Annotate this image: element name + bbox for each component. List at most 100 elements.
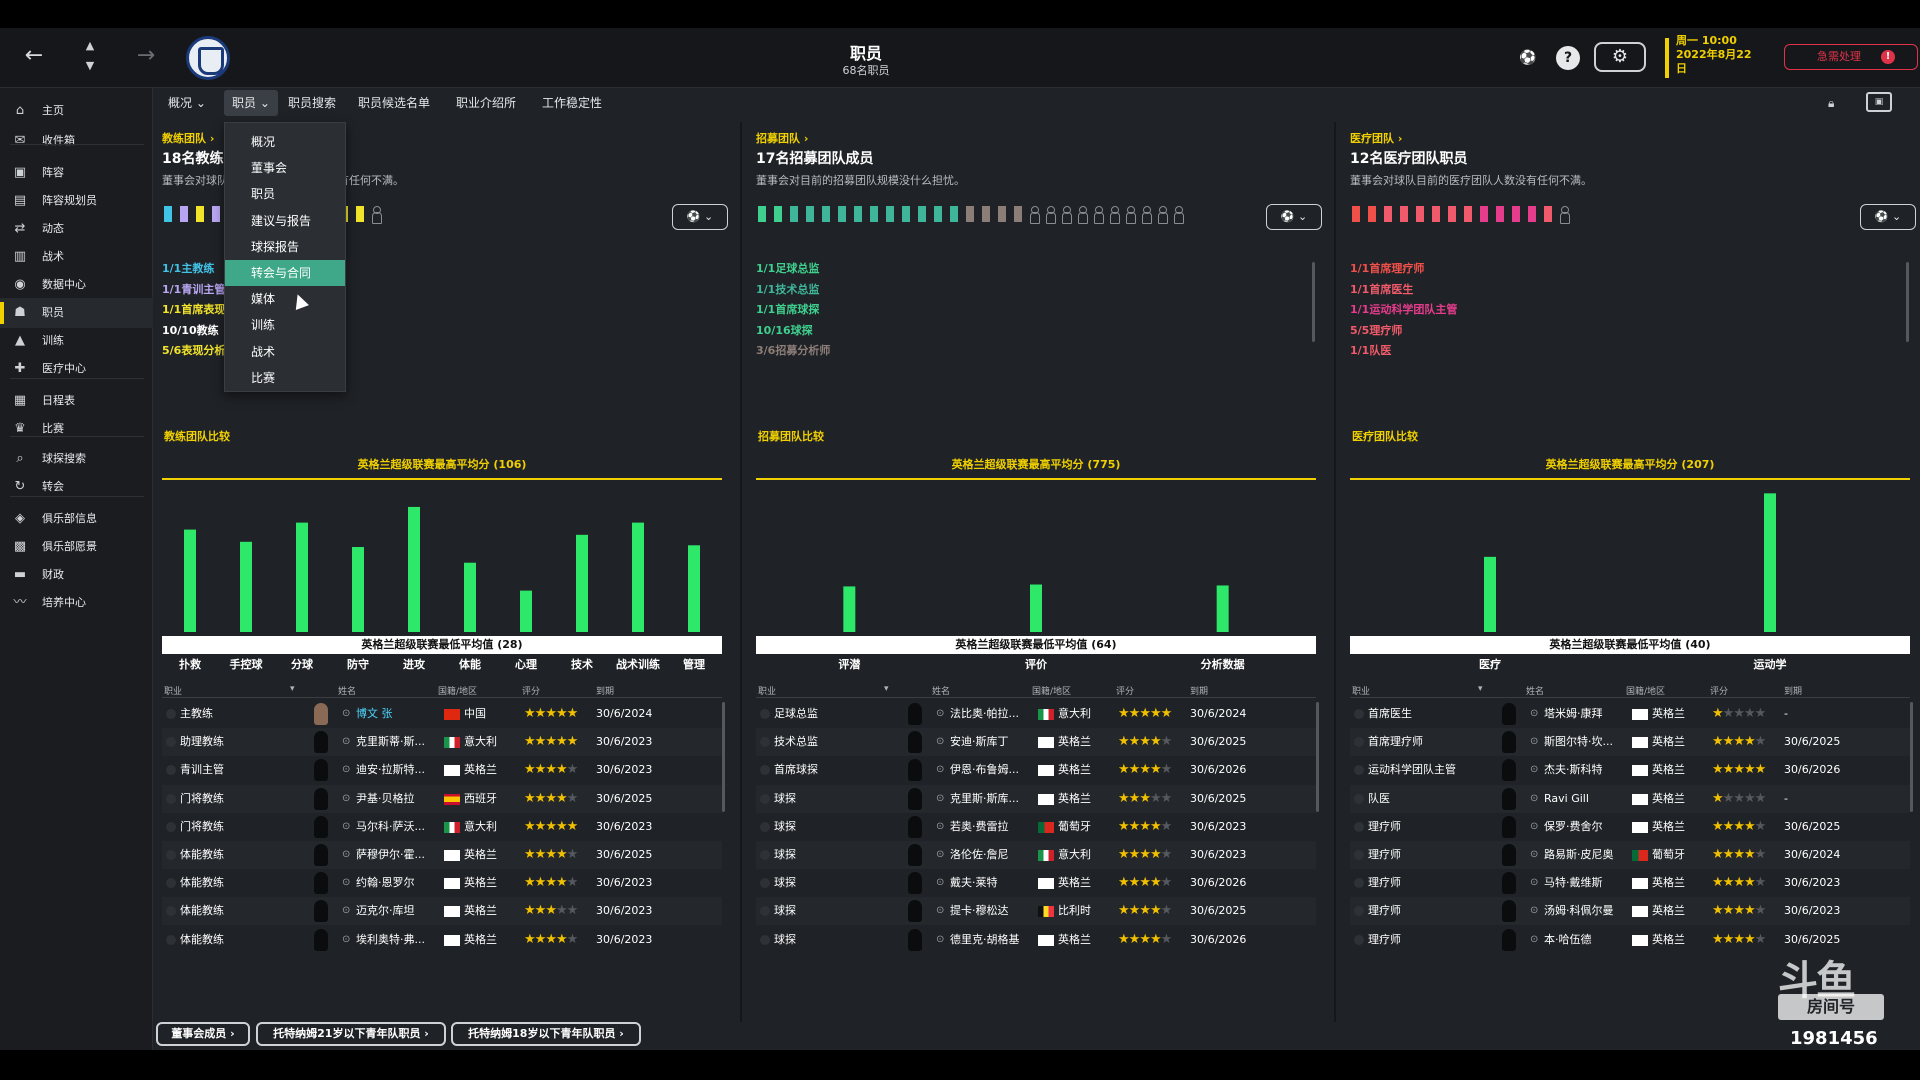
- staff-name[interactable]: 马特·戴维斯: [1544, 869, 1632, 897]
- staff-name[interactable]: 提卡·穆松达: [950, 897, 1038, 925]
- sidebar-item-transfer[interactable]: ↻ 转会: [0, 472, 153, 502]
- contact-icon[interactable]: ⊙: [342, 841, 350, 869]
- dropdown-item[interactable]: 职员: [225, 181, 345, 207]
- column-header[interactable]: 姓名: [1526, 684, 1544, 697]
- sidebar-item-planner[interactable]: ▤ 阵容规划员: [0, 186, 153, 216]
- column-header[interactable]: 国籍/地区: [438, 684, 477, 697]
- staff-name[interactable]: 戴夫·莱特: [950, 869, 1038, 897]
- table-row[interactable]: 足球总监 ⊙ 法比奥·帕拉... 意大利 ★★★★★ 30/6/2024: [756, 700, 1316, 728]
- staff-name[interactable]: 埃利奥特·弗...: [356, 926, 444, 954]
- contact-icon[interactable]: ⊙: [342, 728, 350, 756]
- staff-name[interactable]: 马尔科·萨沃...: [356, 813, 444, 841]
- staff-name[interactable]: 迈克尔·库坦: [356, 897, 444, 925]
- sort-chevron-icon[interactable]: ▾: [884, 684, 889, 694]
- role-summary-item[interactable]: 1/1首席球探: [756, 301, 819, 317]
- role-summary-item[interactable]: 1/1技术总监: [756, 281, 819, 297]
- role-summary-item[interactable]: 5/5理疗师: [1350, 322, 1402, 338]
- dropdown-item[interactable]: 转会与合同: [225, 260, 345, 286]
- column-header[interactable]: 评分: [1710, 684, 1728, 697]
- contact-icon[interactable]: ⊙: [342, 700, 350, 728]
- row-select-radio[interactable]: [166, 850, 176, 860]
- row-select-radio[interactable]: [1354, 821, 1364, 832]
- table-row[interactable]: 球探 ⊙ 洛伦佐·詹尼 意大利 ★★★★★ 30/6/2023: [756, 841, 1316, 869]
- chart-bar[interactable]: [632, 522, 644, 632]
- role-list-scrollbar[interactable]: [1312, 262, 1315, 342]
- tab-job-security[interactable]: 工作稳定性: [534, 90, 610, 116]
- staff-name[interactable]: 保罗·费舍尔: [1544, 813, 1632, 841]
- tab-shortlist[interactable]: 职员候选名单: [350, 90, 438, 116]
- sort-chevron-icon[interactable]: ▾: [1478, 684, 1483, 694]
- contact-icon[interactable]: ⊙: [1530, 897, 1538, 925]
- chart-bar[interactable]: [240, 541, 252, 632]
- table-scrollbar[interactable]: [722, 702, 725, 812]
- sidebar-item-scout-search[interactable]: ⌕ 球探搜索: [0, 444, 153, 474]
- contact-icon[interactable]: ⊙: [936, 813, 944, 841]
- dropdown-item[interactable]: 球探报告: [225, 234, 345, 260]
- dropdown-item[interactable]: 概况: [225, 129, 345, 155]
- contact-icon[interactable]: ⊙: [936, 700, 944, 728]
- staff-name[interactable]: 若奥·费雷拉: [950, 813, 1038, 841]
- column-header[interactable]: 评分: [522, 684, 540, 697]
- row-select-radio[interactable]: [1354, 906, 1364, 917]
- table-row[interactable]: 体能教练 ⊙ 萨穆伊尔·霍... 英格兰 ★★★★★ 30/6/2025: [162, 841, 722, 869]
- column-header[interactable]: 到期: [1784, 684, 1802, 697]
- dropdown-item[interactable]: 战术: [225, 339, 345, 365]
- contact-icon[interactable]: ⊙: [1530, 869, 1538, 897]
- staff-name[interactable]: 安迪·斯库丁: [950, 728, 1038, 756]
- table-row[interactable]: 球探 ⊙ 若奥·费雷拉 葡萄牙 ★★★★★ 30/6/2023: [756, 813, 1316, 841]
- staff-name[interactable]: 迪安·拉斯特...: [356, 756, 444, 784]
- role-summary-item[interactable]: 1/1首席医生: [1350, 281, 1413, 297]
- contact-icon[interactable]: ⊙: [1530, 841, 1538, 869]
- contact-icon[interactable]: ⊙: [1530, 785, 1538, 813]
- sidebar-item-training[interactable]: ▲ 训练: [0, 326, 153, 356]
- sort-chevron-icon[interactable]: ▾: [290, 684, 295, 694]
- contact-icon[interactable]: ⊙: [936, 756, 944, 784]
- table-row[interactable]: 首席医生 ⊙ 塔米姆·康拜 英格兰 ★★★★★ -: [1350, 700, 1910, 728]
- contact-icon[interactable]: ⊙: [342, 897, 350, 925]
- filter-dropdown-button[interactable]: ⚽ ⌄: [672, 204, 728, 230]
- staff-name[interactable]: 法比奥·帕拉...: [950, 700, 1038, 728]
- table-row[interactable]: 门将教练 ⊙ 尹基·贝格拉 西班牙 ★★★★★ 30/6/2025: [162, 784, 722, 813]
- table-row[interactable]: 理疗师 ⊙ 汤姆·科佩尔曼 英格兰 ★★★★★ 30/6/2023: [1350, 897, 1910, 926]
- settings-gear-icon[interactable]: ⚙: [1594, 42, 1646, 72]
- football-icon[interactable]: ⚽: [1516, 46, 1540, 70]
- chart-bar[interactable]: [576, 534, 588, 632]
- contact-icon[interactable]: ⊙: [342, 756, 350, 784]
- table-row[interactable]: 理疗师 ⊙ 马特·戴维斯 英格兰 ★★★★★ 30/6/2023: [1350, 869, 1910, 897]
- row-select-radio[interactable]: [166, 709, 176, 719]
- row-select-radio[interactable]: [760, 934, 770, 945]
- contact-icon[interactable]: ⊙: [936, 785, 944, 813]
- row-select-radio[interactable]: [1354, 709, 1364, 719]
- contact-icon[interactable]: ⊙: [342, 813, 350, 841]
- column-header[interactable]: 职业: [164, 684, 182, 697]
- chart-bar[interactable]: [843, 586, 856, 632]
- sidebar-item-home[interactable]: ⌂ 主页: [0, 96, 153, 126]
- table-row[interactable]: 球探 ⊙ 提卡·穆松达 比利时 ★★★★★ 30/6/2025: [756, 897, 1316, 926]
- screenshot-icon[interactable]: ▣: [1866, 92, 1892, 112]
- row-select-radio[interactable]: [760, 878, 770, 889]
- filter-dropdown-button[interactable]: ⚽ ⌄: [1266, 204, 1322, 230]
- sidebar-item-finance[interactable]: ▬ 财政: [0, 560, 153, 590]
- urgent-action-button[interactable]: 急需处理 !: [1784, 44, 1918, 70]
- table-row[interactable]: 理疗师 ⊙ 保罗·费舍尔 英格兰 ★★★★★ 30/6/2025: [1350, 813, 1910, 841]
- contact-icon[interactable]: ⊙: [1530, 728, 1538, 756]
- sidebar-item-squad[interactable]: ▣ 阵容: [0, 158, 153, 188]
- contact-icon[interactable]: ⊙: [936, 869, 944, 897]
- u18-staff-button[interactable]: 托特纳姆18岁以下青年队职员 ›: [451, 1022, 641, 1046]
- row-select-radio[interactable]: [760, 821, 770, 832]
- column-header[interactable]: 姓名: [932, 684, 950, 697]
- role-summary-item[interactable]: 10/10教练（: [162, 322, 230, 338]
- row-select-radio[interactable]: [166, 765, 176, 776]
- chart-bar[interactable]: [688, 545, 700, 632]
- board-members-button[interactable]: 董事会成员 ›: [156, 1022, 250, 1046]
- chart-bar[interactable]: [1216, 585, 1229, 632]
- sidebar-item-trophy[interactable]: ♛ 比赛: [0, 414, 153, 444]
- contact-icon[interactable]: ⊙: [936, 926, 944, 954]
- role-summary-item[interactable]: 1/1主教练: [162, 260, 214, 276]
- sidebar-item-development[interactable]: 〰 培养中心: [0, 588, 153, 618]
- staff-name[interactable]: 杰夫·斯科特: [1544, 756, 1632, 784]
- dropdown-item[interactable]: 董事会: [225, 155, 345, 181]
- dropdown-item[interactable]: 比赛: [225, 365, 345, 391]
- column-header[interactable]: 国籍/地区: [1032, 684, 1071, 697]
- staff-name[interactable]: Ravi Gill: [1544, 785, 1632, 813]
